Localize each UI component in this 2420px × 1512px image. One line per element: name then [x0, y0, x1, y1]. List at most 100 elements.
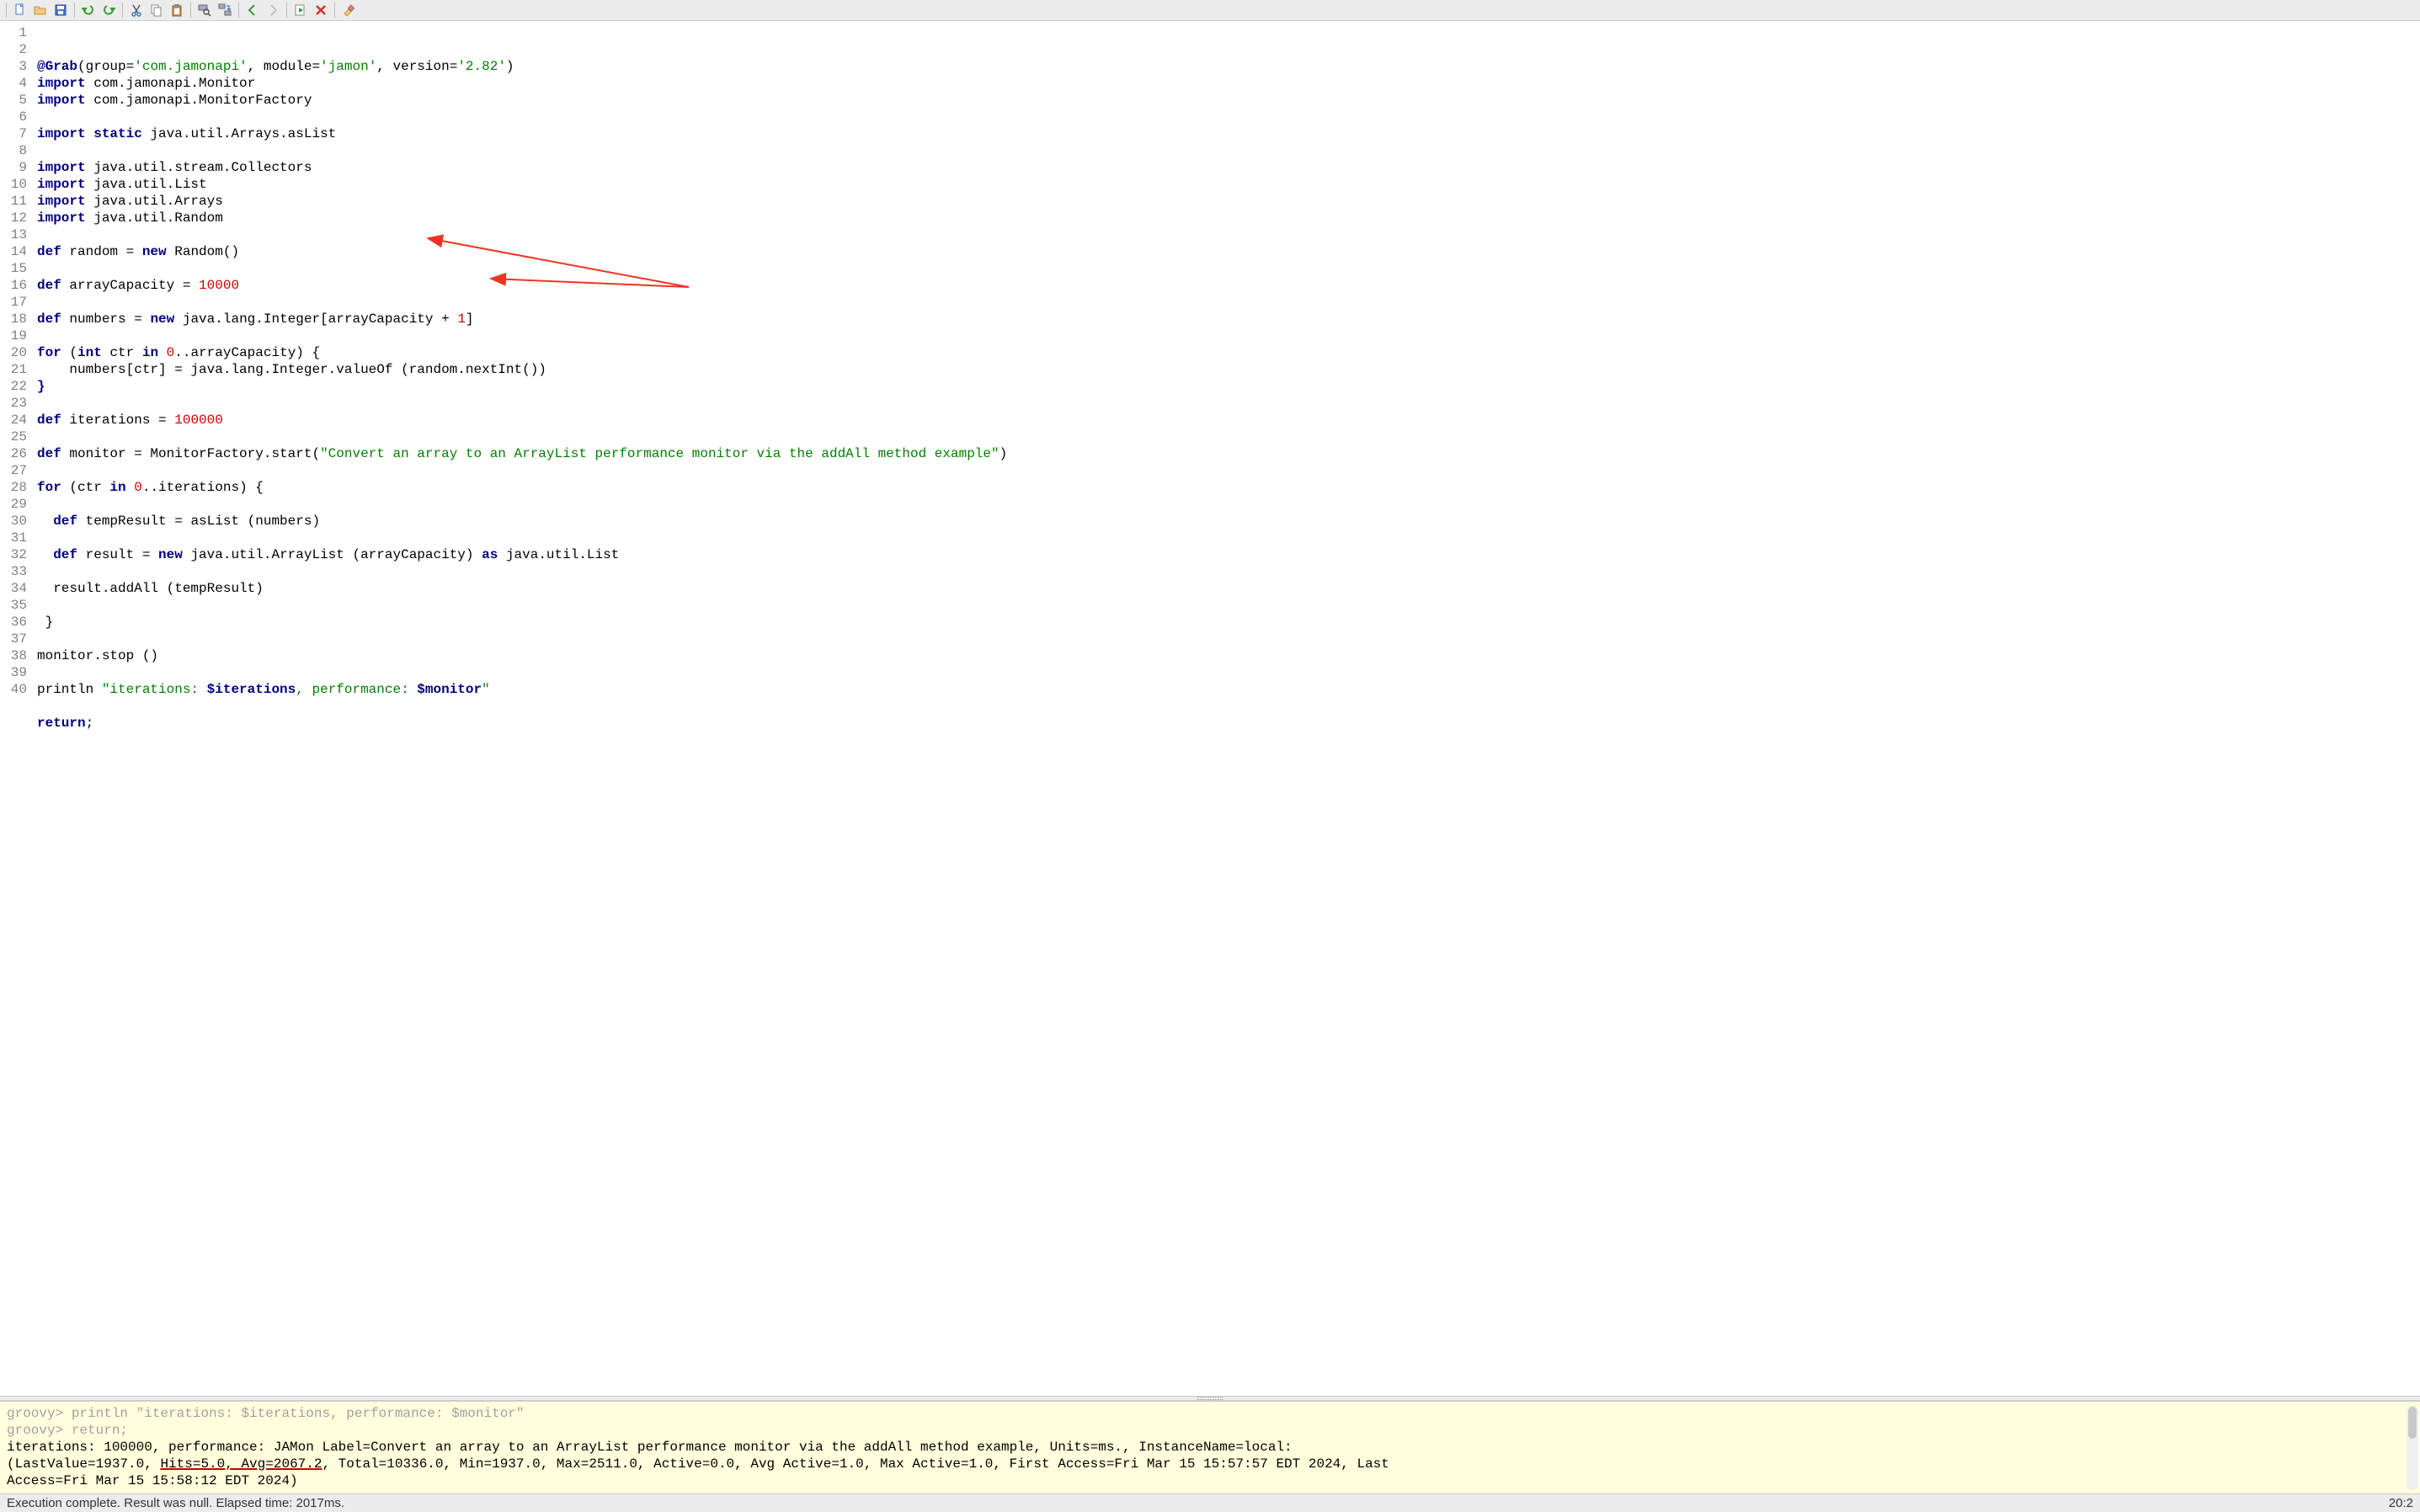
line-gutter: 1234567891011121314151617181920212223242…	[0, 21, 32, 1396]
line-number: 35	[7, 597, 27, 614]
code-line[interactable]: def tempResult = asList (numbers)	[37, 513, 2415, 530]
history-back-button[interactable]	[243, 2, 262, 19]
code-line[interactable]: def result = new java.util.ArrayList (ar…	[37, 546, 2415, 563]
code-line[interactable]	[37, 496, 2415, 513]
editor-panel[interactable]: 1234567891011121314151617181920212223242…	[0, 21, 2420, 1396]
code-line[interactable]: import java.util.Arrays	[37, 193, 2415, 210]
code-line[interactable]: import java.util.List	[37, 176, 2415, 193]
code-line[interactable]: import static java.util.Arrays.asList	[37, 125, 2415, 142]
line-number: 39	[7, 664, 27, 681]
cut-button[interactable]	[127, 2, 146, 19]
output-echo-line: groovy> return;	[7, 1422, 2413, 1439]
code-line[interactable]: for (int ctr in 0..arrayCapacity) {	[37, 344, 2415, 361]
code-line[interactable]: def iterations = 100000	[37, 412, 2415, 429]
code-line[interactable]	[37, 260, 2415, 277]
history-forward-button[interactable]	[264, 2, 282, 19]
code-line[interactable]	[37, 109, 2415, 125]
code-line[interactable]: @Grab(group='com.jamonapi', module='jamo…	[37, 58, 2415, 75]
code-line[interactable]: return;	[37, 715, 2415, 732]
code-line[interactable]: result.addAll (tempResult)	[37, 580, 2415, 597]
output-result-line: Access=Fri Mar 15 15:58:12 EDT 2024)	[7, 1472, 2413, 1489]
line-number: 22	[7, 378, 27, 395]
code-line[interactable]: def arrayCapacity = 10000	[37, 277, 2415, 294]
output-highlight: Hits=5.0, Avg=2067.2	[160, 1456, 322, 1472]
line-number: 10	[7, 176, 27, 193]
redo-button[interactable]	[99, 2, 118, 19]
code-line[interactable]: def numbers = new java.lang.Integer[arra…	[37, 311, 2415, 327]
code-line[interactable]	[37, 395, 2415, 412]
code-line[interactable]	[37, 142, 2415, 159]
output-result-line: (LastValue=1937.0, Hits=5.0, Avg=2067.2,…	[7, 1456, 2413, 1472]
line-number: 8	[7, 142, 27, 159]
line-number: 40	[7, 681, 27, 698]
toolbar	[0, 0, 2420, 21]
line-number: 20	[7, 344, 27, 361]
line-number: 21	[7, 361, 27, 378]
code-line[interactable]	[37, 698, 2415, 715]
output-scrollbar[interactable]	[2407, 1405, 2418, 1490]
line-number: 18	[7, 311, 27, 327]
new-file-button[interactable]	[11, 2, 29, 19]
code-line[interactable]: import com.jamonapi.Monitor	[37, 75, 2415, 92]
code-line[interactable]	[37, 226, 2415, 243]
code-line[interactable]	[37, 327, 2415, 344]
line-number: 5	[7, 92, 27, 109]
open-file-button[interactable]	[31, 2, 50, 19]
undo-button[interactable]	[79, 2, 98, 19]
line-number: 27	[7, 462, 27, 479]
code-line[interactable]	[37, 563, 2415, 580]
line-number: 17	[7, 294, 27, 311]
code-line[interactable]: def random = new Random()	[37, 243, 2415, 260]
line-number: 30	[7, 513, 27, 530]
code-line[interactable]	[37, 597, 2415, 614]
clear-button[interactable]	[339, 2, 358, 19]
line-number: 2	[7, 41, 27, 58]
line-number: 26	[7, 445, 27, 462]
code-line[interactable]: import java.util.Random	[37, 210, 2415, 226]
line-number: 15	[7, 260, 27, 277]
code-line[interactable]: println "iterations: $iterations, perfor…	[37, 681, 2415, 698]
line-number: 6	[7, 109, 27, 125]
line-number: 13	[7, 226, 27, 243]
line-number: 1	[7, 24, 27, 41]
line-number: 4	[7, 75, 27, 92]
output-echo-line: groovy> println "iterations: $iterations…	[7, 1405, 2413, 1422]
line-number: 16	[7, 277, 27, 294]
copy-button[interactable]	[147, 2, 166, 19]
code-area[interactable]: @Grab(group='com.jamonapi', module='jamo…	[32, 21, 2420, 1396]
line-number: 28	[7, 479, 27, 496]
code-line[interactable]: monitor.stop ()	[37, 647, 2415, 664]
code-line[interactable]: import java.util.stream.Collectors	[37, 159, 2415, 176]
replace-button[interactable]	[216, 2, 234, 19]
code-line[interactable]: def monitor = MonitorFactory.start("Conv…	[37, 445, 2415, 462]
line-number: 14	[7, 243, 27, 260]
code-line[interactable]: for (ctr in 0..iterations) {	[37, 479, 2415, 496]
code-line[interactable]: import com.jamonapi.MonitorFactory	[37, 92, 2415, 109]
line-number: 7	[7, 125, 27, 142]
code-line[interactable]: }	[37, 614, 2415, 631]
paste-button[interactable]	[168, 2, 186, 19]
line-number: 34	[7, 580, 27, 597]
output-panel[interactable]: groovy> println "iterations: $iterations…	[0, 1401, 2420, 1493]
run-button[interactable]	[291, 2, 310, 19]
output-result-line: iterations: 100000, performance: JAMon L…	[7, 1439, 2413, 1456]
code-line[interactable]	[37, 294, 2415, 311]
code-line[interactable]	[37, 530, 2415, 546]
line-number: 38	[7, 647, 27, 664]
save-button[interactable]	[51, 2, 70, 19]
code-line[interactable]: }	[37, 378, 2415, 395]
stop-button[interactable]	[312, 2, 330, 19]
line-number: 19	[7, 327, 27, 344]
code-line[interactable]	[37, 462, 2415, 479]
code-line[interactable]: numbers[ctr] = java.lang.Integer.valueOf…	[37, 361, 2415, 378]
line-number: 25	[7, 429, 27, 445]
line-number: 31	[7, 530, 27, 546]
line-number: 32	[7, 546, 27, 563]
code-line[interactable]	[37, 631, 2415, 647]
find-button[interactable]	[195, 2, 214, 19]
status-bar: Execution complete. Result was null. Ela…	[0, 1493, 2420, 1512]
line-number: 3	[7, 58, 27, 75]
code-line[interactable]	[37, 664, 2415, 681]
code-line[interactable]	[37, 429, 2415, 445]
line-number: 37	[7, 631, 27, 647]
